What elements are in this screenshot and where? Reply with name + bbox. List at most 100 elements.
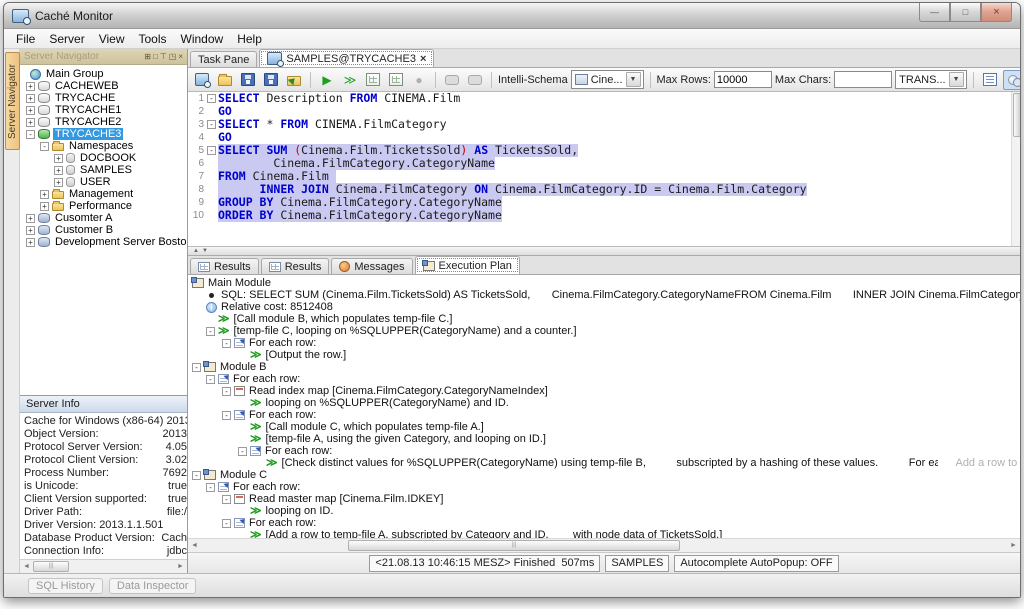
plan-node-call-module-b[interactable]: ≫ [Call module B, which populates temp-f… [188,313,1020,325]
expand-icon[interactable]: + [40,201,49,211]
editor-vscrollbar[interactable] [1011,92,1020,246]
max-chars-input[interactable] [834,71,893,88]
stop-button[interactable]: ● [409,70,429,90]
status-autocomplete[interactable]: Autocomplete AutoPopup: OFF [674,554,839,572]
schema-combo[interactable]: Cine... ▼ [570,70,644,89]
expand-icon[interactable]: + [54,165,63,175]
fold-icon[interactable]: - [207,120,216,129]
maximize-panel-icon[interactable]: □ [153,52,158,61]
plan-node-tempfile-c[interactable]: - ≫ [temp-file C, looping on %SQLUPPER(C… [188,325,1020,337]
plan-node-output-row[interactable]: ≫ [Output the row.] [188,349,1020,361]
status-namespace[interactable]: SAMPLES [605,554,670,572]
tab-task-pane[interactable]: Task Pane [190,51,258,67]
collapse-icon[interactable]: - [222,338,231,348]
collapse-icon[interactable]: - [206,374,215,384]
editor-line[interactable]: 3- SELECT * FROM CINEMA.FilmCategory [188,118,1020,131]
collapse-icon[interactable]: - [192,470,201,480]
tree-item-cacheweb[interactable]: + CACHEWEB [20,80,187,92]
scroll-thumb[interactable]: ||| [348,540,680,551]
run-to-file-button[interactable] [363,70,383,90]
close-panel-icon[interactable]: × [178,52,183,61]
sql-editor[interactable]: 1- SELECT Description FROM CINEMA.Film 2… [188,92,1020,246]
tab-close-icon[interactable]: × [420,53,426,64]
tree-item-customer-a[interactable]: + Cusomter A [20,212,187,224]
maximize-button[interactable]: □ [950,3,981,22]
tree-item-trycache3[interactable]: - TRYCACHE3 [20,128,187,140]
tab-results-2[interactable]: Results [260,258,330,274]
expand-icon[interactable]: + [26,81,35,91]
plan-node-read-index-map[interactable]: - Read index map [Cinema.FilmCategory.Ca… [188,385,1020,397]
tree-item-trycache1[interactable]: + TRYCACHE1 [20,104,187,116]
save-button[interactable] [238,70,258,90]
editor-line[interactable]: 1- SELECT Description FROM CINEMA.Film [188,92,1020,105]
run-table-button[interactable] [386,70,406,90]
expand-icon[interactable]: + [54,177,63,187]
scroll-left-icon[interactable]: ◄ [20,563,33,570]
splitter-up-icon[interactable]: ▲ [193,248,199,254]
collapse-icon[interactable]: - [206,326,215,336]
chevron-down-icon[interactable]: ▼ [948,72,964,87]
collapse-icon[interactable]: - [26,129,35,139]
plan-node-check-distinct[interactable]: ≫ [Check distinct values for %SQLUPPER(C… [188,457,1020,469]
tree-item-samples[interactable]: + SAMPLES [20,164,187,176]
plan-node-relative-cost[interactable]: i Relative cost: 8512408 [188,301,1020,313]
collapse-icon[interactable]: - [238,446,247,456]
menu-help[interactable]: Help [231,31,268,47]
minimize-button[interactable]: — [919,3,950,22]
tab-execution-plan[interactable]: Execution Plan [414,256,520,274]
plan-node-add-row[interactable]: ≫ [Add a row to temp-file A, subscripted… [188,529,1020,538]
chevron-down-icon[interactable]: ▼ [625,72,641,87]
sessions-button[interactable] [1002,69,1020,90]
run-button[interactable]: ▶ [317,70,337,90]
transaction-combo[interactable]: TRANS... ▼ [895,70,967,89]
expand-icon[interactable]: + [26,225,35,235]
scroll-right-icon[interactable]: ► [174,563,187,570]
plan-node-main-module[interactable]: Main Module [188,277,1020,289]
collapse-icon[interactable]: - [222,386,231,396]
server-navigator-side-tab[interactable]: Server Navigator [5,52,20,150]
max-rows-input[interactable] [713,71,772,88]
plan-node-looping-id[interactable]: ≫ looping on ID. [188,505,1020,517]
pin-icon[interactable]: ⊤ [160,52,167,61]
menu-server[interactable]: Server [43,31,90,47]
expand-icon[interactable]: + [26,93,35,103]
uncomment-button[interactable] [465,70,485,90]
tree-item-customer-b[interactable]: + Customer B [20,224,187,236]
expand-icon[interactable]: + [26,105,35,115]
collapse-icon[interactable]: - [222,410,231,420]
tree-item-main-group[interactable]: Main Group [20,68,187,80]
plan-node-looping[interactable]: ≫ looping on %SQLUPPER(CategoryName) and… [188,397,1020,409]
tree-item-user[interactable]: + USER [20,176,187,188]
plan-node-for-each-row[interactable]: - For each row: [188,517,1020,529]
splitter-down-icon[interactable]: ▼ [202,248,208,254]
expand-icon[interactable]: + [40,189,49,199]
editor-results-splitter[interactable]: ▲ ▼ [188,246,1020,256]
titlebar[interactable]: Caché Monitor — □ × [4,3,1020,29]
server-info-hscrollbar[interactable]: ◄ ||| ► [20,559,187,573]
scroll-right-icon[interactable]: ► [1007,542,1020,549]
expand-icon[interactable]: + [26,237,35,247]
plan-node-tempfile-a[interactable]: ≫ [temp-file A, using the given Category… [188,433,1020,445]
plan-node-for-each-row[interactable]: - For each row: [188,409,1020,421]
dock-icon[interactable]: ⊞ [144,52,151,61]
tree-item-docbook[interactable]: + DOCBOOK [20,152,187,164]
expand-icon[interactable]: + [54,153,63,163]
fold-icon[interactable]: - [207,94,216,103]
plan-node-module-b[interactable]: - Module B [188,361,1020,373]
collapse-icon[interactable]: - [222,518,231,528]
tab-messages[interactable]: Messages [331,258,413,274]
plan-node-for-each-row[interactable]: - For each row: [188,445,1020,457]
menu-view[interactable]: View [93,31,131,47]
menu-file[interactable]: File [10,31,41,47]
plan-hscrollbar[interactable]: ◄ ||| ► [188,538,1020,552]
plan-node-for-each-row[interactable]: - For each row: [188,337,1020,349]
save-as-button[interactable] [261,70,281,90]
menu-window[interactable]: Window [175,31,230,47]
run-selection-button[interactable]: ≫ [340,70,360,90]
expand-icon[interactable]: + [26,117,35,127]
tree-item-management[interactable]: + Management [20,188,187,200]
export-button[interactable] [284,70,304,90]
plan-node-for-each-row[interactable]: - For each row: [188,373,1020,385]
open-button[interactable] [215,70,235,90]
plan-node-call-module-c[interactable]: ≫ [Call module C, which populates temp-f… [188,421,1020,433]
